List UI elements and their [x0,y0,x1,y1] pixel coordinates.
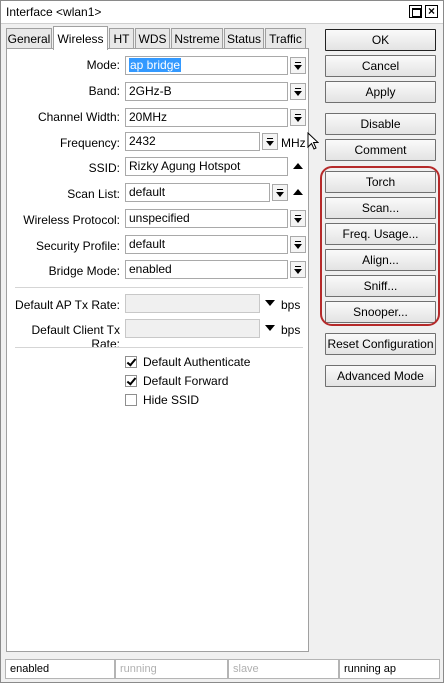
status-slave: slave [228,659,339,679]
default-forward-label: Default Forward [143,374,229,388]
frequency-input[interactable]: 2432 [125,132,260,151]
security-profile-label: Security Profile: [35,239,120,253]
sniff-button[interactable]: Sniff... [325,275,436,297]
ssid-collapse-icon[interactable] [293,163,303,169]
status-bar: enabled running slave running ap [2,659,442,680]
frequency-label: Frequency: [59,136,120,150]
scan-list-select[interactable]: default [125,183,270,202]
channel-width-select[interactable]: 20MHz [125,108,288,127]
apply-button[interactable]: Apply [325,81,436,103]
mode-select[interactable]: ap bridge [125,56,288,75]
comment-button[interactable]: Comment [325,139,436,161]
wireless-protocol-select[interactable]: unspecified [125,209,288,228]
hide-ssid-checkbox[interactable] [125,394,137,406]
default-ap-tx-rate-unit: bps [281,298,301,312]
wireless-protocol-dropdown-icon[interactable] [290,210,306,227]
mode-dropdown-icon[interactable] [290,57,306,74]
frequency-unit: MHz [281,136,306,150]
tab-traffic[interactable]: Traffic [265,28,306,48]
mode-label: Mode: [86,58,120,72]
disable-button[interactable]: Disable [325,113,436,135]
cancel-button[interactable]: Cancel [325,55,436,77]
bridge-mode-dropdown-icon[interactable] [290,261,306,278]
ssid-label: SSID: [88,161,120,175]
align-button[interactable]: Align... [325,249,436,271]
close-icon[interactable]: × [425,5,438,18]
tab-nstreme[interactable]: Nstreme [171,28,223,48]
bridge-mode-select[interactable]: enabled [125,260,288,279]
default-client-tx-rate-unit: bps [281,323,301,337]
default-authenticate-checkbox[interactable] [125,356,137,368]
scan-button[interactable]: Scan... [325,197,436,219]
wireless-panel: Mode: ap bridge Band: 2GHz-B Channel Wid… [6,48,309,652]
channel-width-dropdown-icon[interactable] [290,109,306,126]
scan-list-label: Scan List: [67,187,120,201]
status-running-ap: running ap [339,659,440,679]
separator [15,347,303,348]
band-label: Band: [88,84,120,98]
status-running: running [115,659,228,679]
bridge-mode-label: Bridge Mode: [48,264,120,278]
torch-button[interactable]: Torch [325,171,436,193]
default-authenticate-label: Default Authenticate [143,355,251,369]
snooper-button[interactable]: Snooper... [325,301,436,323]
band-dropdown-icon[interactable] [290,83,306,100]
scan-list-collapse-icon[interactable] [293,189,303,195]
ok-button[interactable]: OK [325,29,436,51]
default-ap-tx-rate-dropdown-icon[interactable] [265,300,275,306]
security-profile-dropdown-icon[interactable] [290,236,306,253]
frequency-dropdown-icon[interactable] [262,133,278,150]
band-select[interactable]: 2GHz-B [125,82,288,101]
status-enabled: enabled [5,659,115,679]
default-client-tx-rate-input[interactable] [125,319,260,338]
default-ap-tx-rate-label: Default AP Tx Rate: [15,298,120,312]
tab-wireless[interactable]: Wireless [53,26,108,50]
scan-list-dropdown-icon[interactable] [272,184,288,201]
mouse-cursor-icon [307,132,319,150]
default-ap-tx-rate-input[interactable] [125,294,260,313]
reset-configuration-button[interactable]: Reset Configuration [325,333,436,355]
wireless-protocol-label: Wireless Protocol: [23,213,120,227]
default-client-tx-rate-dropdown-icon[interactable] [265,325,275,331]
maximize-icon[interactable] [409,5,422,18]
freq-usage-button[interactable]: Freq. Usage... [325,223,436,245]
advanced-mode-button[interactable]: Advanced Mode [325,365,436,387]
hide-ssid-label: Hide SSID [143,393,200,407]
window-title: Interface <wlan1> [6,5,102,19]
tab-general[interactable]: General [6,28,52,48]
interface-window: Interface <wlan1> × General Wireless HT … [0,0,444,683]
default-forward-checkbox[interactable] [125,375,137,387]
tab-ht[interactable]: HT [109,28,134,48]
channel-width-label: Channel Width: [37,110,120,124]
security-profile-select[interactable]: default [125,235,288,254]
separator [15,287,303,288]
title-bar[interactable]: Interface <wlan1> × [1,1,443,24]
ssid-input[interactable]: Rizky Agung Hotspot [125,157,288,176]
tab-wds[interactable]: WDS [135,28,170,48]
tab-status[interactable]: Status [224,28,264,48]
